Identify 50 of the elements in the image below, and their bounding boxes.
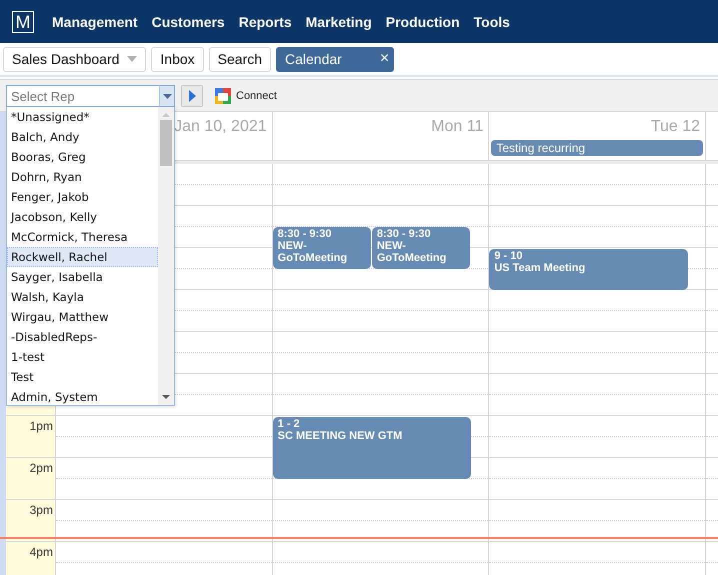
close-icon[interactable]: × [380, 51, 390, 67]
nav-link[interactable]: Management [52, 14, 138, 30]
logo[interactable]: M [12, 10, 34, 32]
scroll-down-icon [162, 395, 170, 399]
all-day-event[interactable]: Testing recurring [491, 140, 704, 156]
hour-label: 3pm [30, 502, 54, 517]
dropdown-option[interactable]: Dohrn, Ryan [7, 167, 158, 187]
nav-link[interactable]: Production [386, 14, 460, 30]
scrollbar-thumb[interactable] [160, 120, 172, 166]
tab[interactable]: Sales Dashboard [3, 46, 146, 72]
play-icon [188, 90, 196, 102]
dropdown-option[interactable]: Test [7, 367, 158, 387]
dropdown-option[interactable]: 1-test [7, 347, 158, 367]
dropdown-option[interactable]: Booras, Greg [7, 147, 158, 167]
calendar-event[interactable]: 1 - 2 SC MEETING NEW GTM [272, 417, 472, 479]
dropdown-button[interactable] [159, 85, 175, 107]
nav-link[interactable]: Marketing [306, 14, 372, 30]
dropdown-option[interactable]: *Unassigned* [7, 107, 158, 127]
rep-select-field[interactable]: Select Rep [6, 85, 159, 107]
chevron-down-icon [162, 94, 172, 98]
tab[interactable]: Inbox [151, 46, 204, 72]
nav-link[interactable]: Customers [152, 14, 225, 30]
dropdown-option[interactable]: Walsh, Kayla [7, 287, 158, 307]
scrollbar[interactable] [158, 107, 174, 405]
dropdown-option[interactable]: Jacobson, Kelly [7, 207, 158, 227]
dropdown-option[interactable]: -DisabledReps- [7, 327, 158, 347]
dropdown-option[interactable]: Sayger, Isabella [7, 267, 158, 287]
calendar-event[interactable]: 8:30 - 9:30 NEW-GoToMeeting [372, 227, 470, 269]
day-header: Tue 12 [650, 118, 700, 137]
dropdown-option[interactable]: Fenger, Jakob [7, 187, 158, 207]
hour-label: 2pm [30, 460, 54, 475]
nav-link[interactable]: Tools [474, 14, 510, 30]
day-header: Mon 11 [431, 118, 484, 137]
dropdown-option[interactable]: Rockwell, Rachel [7, 247, 158, 267]
tab[interactable]: Search [208, 46, 272, 72]
calendar-event[interactable]: 9 - 10 US Team Meeting [489, 249, 688, 290]
dropdown-option[interactable]: Wirgau, Matthew [7, 307, 158, 327]
caret-icon [127, 56, 138, 62]
connect-link[interactable]: Connect [236, 90, 277, 102]
calendar-event[interactable]: 8:30 - 9:30 NEW-GoToMeeting [272, 227, 371, 269]
tab[interactable]: Calendar × [276, 46, 394, 72]
hour-label: 1pm [30, 418, 54, 433]
dropdown-option[interactable]: Balch, Andy [7, 127, 158, 147]
day-header: Jan 10, 2021 [174, 118, 267, 137]
dropdown-option[interactable]: Admin, System [7, 387, 158, 405]
nav-link[interactable]: Reports [238, 14, 292, 30]
next-button[interactable] [181, 84, 203, 106]
hour-label: 4pm [30, 544, 54, 559]
calendar-logo-icon [215, 88, 231, 104]
dropdown-option[interactable]: McCormick, Theresa [7, 227, 158, 247]
